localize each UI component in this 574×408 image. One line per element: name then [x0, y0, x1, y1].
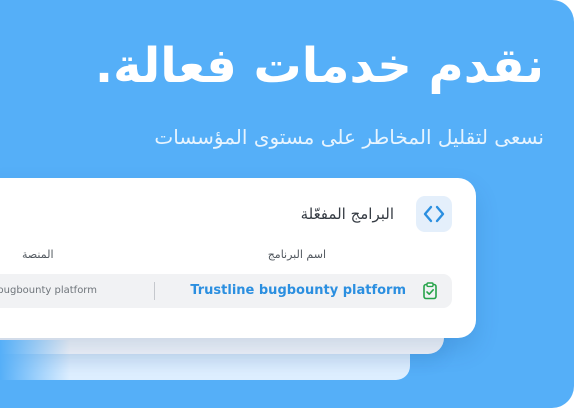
- edge-fade: [0, 340, 70, 408]
- hero-subline: نسعى لتقليل المخاطر على مستوى المؤسسات: [154, 125, 544, 149]
- table-row[interactable]: Trustline bugbounty platform Trustline b…: [0, 274, 452, 308]
- hero-headline: نقدم خدمات فعالة.: [94, 38, 544, 94]
- column-header-program-name: اسم البرنامج: [267, 248, 326, 261]
- active-programs-card: البرامج المفعّلة اسم البرنامج المنصة Tru…: [0, 178, 476, 338]
- column-header-platform: المنصة: [22, 248, 54, 261]
- card-title: البرامج المفعّلة: [300, 205, 394, 223]
- platform-cell: Trustline bugbounty platform: [0, 285, 97, 296]
- clipboard-check-icon: [420, 281, 440, 301]
- program-name-cell[interactable]: Trustline bugbounty platform: [190, 283, 406, 298]
- hero-panel: نقدم خدمات فعالة. نسعى لتقليل المخاطر عل…: [0, 0, 574, 408]
- code-brackets-icon: [416, 196, 452, 232]
- column-divider: [154, 282, 155, 300]
